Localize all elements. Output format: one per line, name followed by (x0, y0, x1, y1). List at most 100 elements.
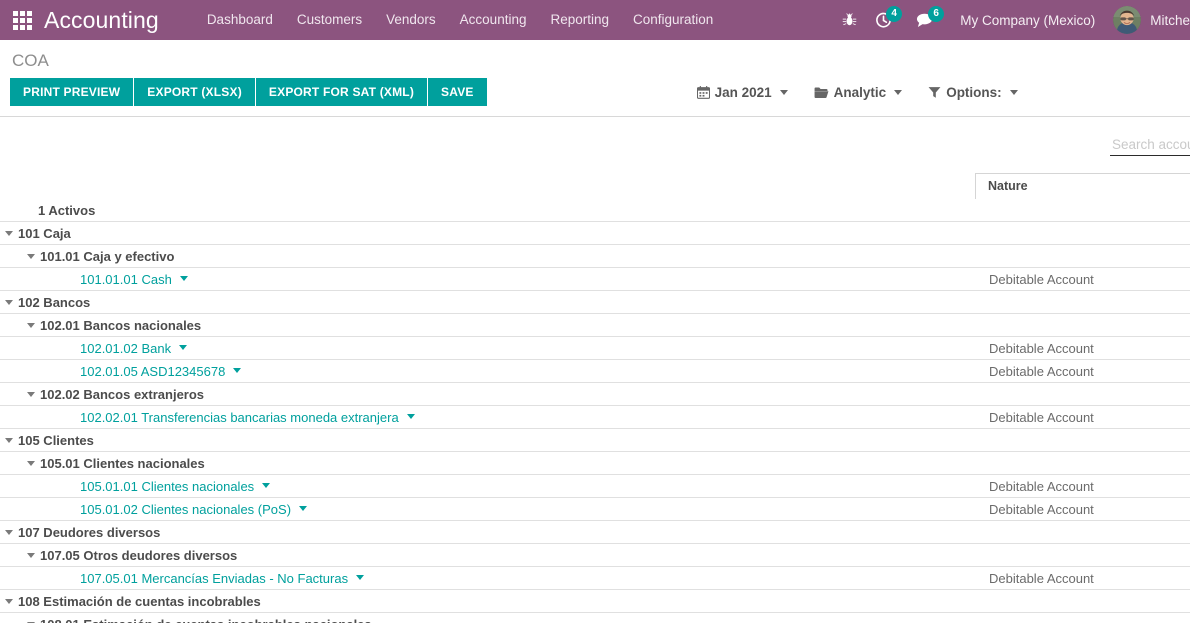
account-label[interactable]: 102.01.05 ASD12345678 (80, 364, 225, 379)
control-panel: COA PRINT PREVIEW EXPORT (XLSX) EXPORT F… (0, 40, 1190, 117)
account-nature-cell: Debitable Account (975, 359, 1190, 383)
account-label[interactable]: 101.01.01 Cash (80, 272, 172, 287)
table-row: 102.02.01 Transferencias bancarias moned… (0, 405, 1190, 429)
account-label: 105.01 Clientes nacionales (40, 455, 205, 471)
table-row: 102.02 Bancos extranjeros (0, 382, 1190, 406)
account-action-caret-icon[interactable] (299, 506, 308, 511)
menu-item-accounting[interactable]: Accounting (448, 0, 539, 40)
account-action-caret-icon[interactable] (356, 575, 365, 580)
account-nature-cell (975, 543, 1190, 567)
account-nature-cell (975, 221, 1190, 245)
account-label: 101 Caja (18, 225, 71, 241)
bug-icon[interactable] (832, 0, 866, 40)
search-area (0, 117, 1190, 169)
caret-down-icon (27, 322, 35, 328)
user-menu[interactable]: Mitche (1109, 6, 1190, 34)
account-nature-cell (975, 244, 1190, 268)
expand-toggle-icon[interactable] (0, 230, 18, 236)
table-row: 105 Clientes (0, 428, 1190, 452)
expand-toggle-icon[interactable] (0, 529, 18, 535)
export-sat-xml-button[interactable]: EXPORT FOR SAT (XML) (255, 78, 428, 106)
activity-menu-icon[interactable]: 4 (866, 0, 903, 40)
table-row: 108.01 Estimación de cuentas incobrables… (0, 612, 1190, 623)
analytic-filter[interactable]: Analytic (814, 85, 903, 100)
account-name-cell: 102.01.02 Bank (0, 336, 975, 360)
account-label: 102.02 Bancos extranjeros (40, 386, 205, 402)
account-label[interactable]: 102.01.02 Bank (80, 341, 171, 356)
account-nature-cell: Debitable Account (975, 474, 1190, 498)
control-panel-row: PRINT PREVIEW EXPORT (XLSX) EXPORT FOR S… (10, 78, 1180, 116)
menu-item-configuration[interactable]: Configuration (621, 0, 725, 40)
account-column-header (0, 169, 975, 199)
nature-column-label: Nature (975, 173, 1190, 199)
table-row: 108 Estimación de cuentas incobrables (0, 589, 1190, 613)
expand-toggle-icon[interactable] (0, 598, 18, 604)
account-nature-cell: Debitable Account (975, 267, 1190, 291)
caret-down-icon (5, 437, 13, 443)
account-name-cell: 107 Deudores diversos (0, 520, 975, 544)
account-nature-cell (975, 290, 1190, 314)
caret-down-icon (27, 460, 35, 466)
account-action-caret-icon[interactable] (233, 368, 242, 373)
account-label: 101.01 Caja y efectivo (40, 248, 175, 264)
account-label[interactable]: 102.02.01 Transferencias bancarias moned… (80, 410, 399, 425)
expand-toggle-icon[interactable] (0, 437, 18, 443)
apps-grid-icon[interactable] (0, 0, 44, 40)
breadcrumb[interactable]: COA (10, 40, 1180, 78)
action-button-group: PRINT PREVIEW EXPORT (XLSX) EXPORT FOR S… (10, 78, 487, 106)
coa-table: Nature 1 Activos 101 Caja 101.01 Caja y ef… (0, 169, 1190, 623)
menu-item-customers[interactable]: Customers (285, 0, 374, 40)
app-brand-title: Accounting (44, 6, 159, 33)
options-filter-label: Options: (946, 84, 1002, 100)
menu-item-dashboard[interactable]: Dashboard (195, 0, 285, 40)
table-row: 101.01 Caja y efectivo (0, 244, 1190, 268)
account-action-caret-icon[interactable] (406, 414, 415, 419)
caret-down-icon (27, 552, 35, 558)
expand-toggle-icon[interactable] (22, 552, 40, 558)
save-button[interactable]: SAVE (428, 78, 487, 106)
menu-item-reporting[interactable]: Reporting (538, 0, 621, 40)
table-row: 101 Caja (0, 221, 1190, 245)
account-nature-cell: Debitable Account (975, 405, 1190, 429)
account-name-cell: 1 Activos (0, 199, 975, 222)
expand-toggle-icon[interactable] (22, 391, 40, 397)
print-preview-button[interactable]: PRINT PREVIEW (10, 78, 134, 106)
systray: 4 6 My Company (Mexico) Mitche (832, 0, 1190, 40)
nature-column-header: Nature (975, 169, 1190, 199)
account-label[interactable]: 105.01.02 Clientes nacionales (PoS) (80, 502, 291, 517)
account-name-cell: 105.01 Clientes nacionales (0, 451, 975, 475)
funnel-icon (928, 86, 941, 99)
options-filter[interactable]: Options: (928, 85, 1018, 100)
table-row: 102.01.02 Bank Debitable Account (0, 336, 1190, 360)
activity-count-badge: 4 (886, 6, 903, 22)
account-label[interactable]: 105.01.01 Clientes nacionales (80, 479, 254, 494)
chevron-down-icon (894, 89, 903, 95)
messaging-count-badge: 6 (928, 6, 945, 22)
account-name-cell: 105 Clientes (0, 428, 975, 452)
caret-down-icon (27, 391, 35, 397)
messaging-menu-icon[interactable]: 6 (908, 0, 945, 40)
date-filter[interactable]: Jan 2021 (696, 85, 788, 100)
company-switcher[interactable]: My Company (Mexico) (942, 13, 1109, 28)
account-name-cell: 107.05.01 Mercancías Enviadas - No Factu… (0, 566, 975, 590)
account-action-caret-icon[interactable] (179, 345, 188, 350)
user-name: Mitche (1150, 12, 1190, 28)
account-nature-cell (975, 520, 1190, 544)
account-name-cell: 102.02 Bancos extranjeros (0, 382, 975, 406)
account-nature-cell (975, 199, 1190, 222)
table-header: Nature (0, 169, 1190, 199)
search-input[interactable] (1110, 137, 1190, 156)
account-label[interactable]: 107.05.01 Mercancías Enviadas - No Factu… (80, 571, 348, 586)
account-label: 102 Bancos (18, 294, 91, 310)
expand-toggle-icon[interactable] (22, 253, 40, 259)
account-action-caret-icon[interactable] (179, 276, 188, 281)
account-label: 1 Activos (38, 202, 96, 218)
export-xlsx-button[interactable]: EXPORT (XLSX) (134, 78, 255, 106)
avatar (1113, 6, 1142, 34)
menu-item-vendors[interactable]: Vendors (374, 0, 448, 40)
account-name-cell: 108 Estimación de cuentas incobrables (0, 589, 975, 613)
expand-toggle-icon[interactable] (0, 299, 18, 305)
expand-toggle-icon[interactable] (22, 460, 40, 466)
account-action-caret-icon[interactable] (262, 483, 271, 488)
expand-toggle-icon[interactable] (22, 322, 40, 328)
